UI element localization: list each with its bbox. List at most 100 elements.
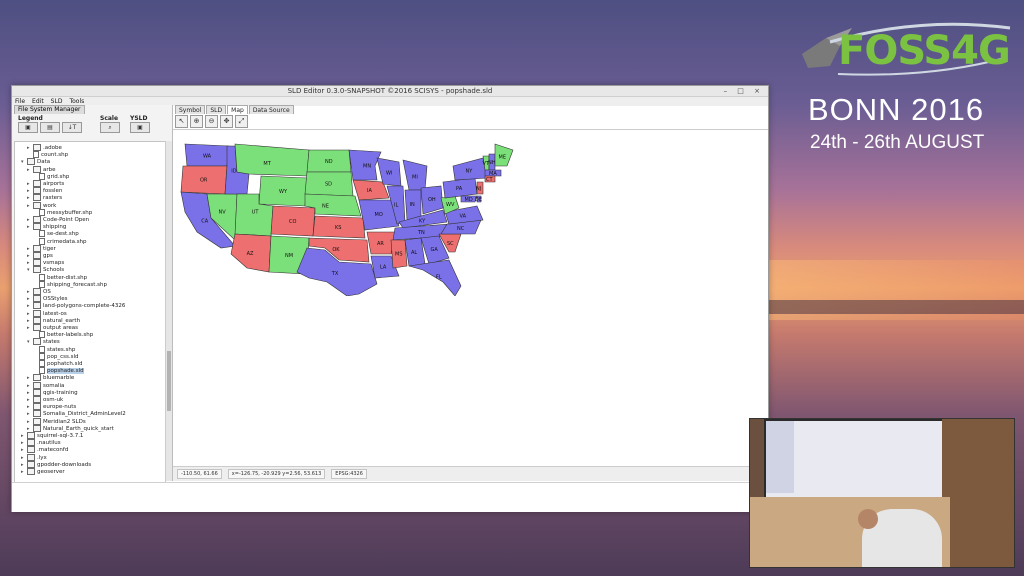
tree-file[interactable]: states.shp xyxy=(33,345,75,353)
tree-folder[interactable]: ▾ Schools xyxy=(27,266,64,274)
tree-folder[interactable]: ▸ qgis-training xyxy=(27,388,78,396)
folder-icon xyxy=(33,216,41,223)
scrollbar-thumb[interactable] xyxy=(167,351,171,411)
ysld-label: YSLD xyxy=(130,115,148,122)
tree-folder[interactable]: ▸ OSStyles xyxy=(27,295,68,303)
state-label: AL xyxy=(411,250,417,256)
tab-file-system-manager[interactable]: File System Manager xyxy=(14,105,85,114)
pan-icon[interactable]: ✥ xyxy=(220,115,233,128)
file-icon xyxy=(39,230,45,238)
zoom-out-icon[interactable]: ⊖ xyxy=(205,115,218,128)
tree-item-label: messybuffer.shp xyxy=(47,209,93,216)
legend-sort-button[interactable]: ↓T xyxy=(62,122,82,133)
tree-folder[interactable]: ▸ rasters xyxy=(27,194,62,202)
tree-folder[interactable]: ▸ land-polygons-complete-4326 xyxy=(27,302,125,310)
tree-item-label: airports xyxy=(43,181,65,187)
tree-item-label: count.shp xyxy=(41,152,69,159)
legend-save-button[interactable]: ▣ xyxy=(18,122,38,133)
tree-folder[interactable]: ▸ somalia xyxy=(27,381,64,389)
tree-folder[interactable]: ▸ output areas xyxy=(27,324,78,331)
tree-folder[interactable]: ▸ vsmaps xyxy=(27,259,64,267)
ysld-save-button[interactable]: ▣ xyxy=(130,122,150,133)
scale-search-button[interactable]: ⌕ xyxy=(100,122,120,133)
window-controls[interactable]: – □ × xyxy=(724,87,764,95)
tree-folder[interactable]: ▸ shipping xyxy=(27,223,66,231)
tree-file[interactable]: grid.shp xyxy=(33,172,69,180)
tree-folder[interactable]: ▸ squirrel-sql-3.7.1 xyxy=(21,432,83,439)
folder-icon xyxy=(33,424,41,432)
tree-folder[interactable]: ▾ Data xyxy=(21,158,50,166)
tree-file[interactable]: better-dist.shp xyxy=(33,273,88,281)
tree-file[interactable]: shipping_forecast.shp xyxy=(33,280,107,288)
tree-folder[interactable]: ▸ natural_earth xyxy=(27,316,80,324)
tree-item-label: output areas xyxy=(43,325,79,331)
tree-file[interactable]: popshade.sld xyxy=(33,367,84,375)
folder-icon xyxy=(33,144,41,151)
state-label: KS xyxy=(335,225,341,231)
conference-dates: 24th - 26th AUGUST xyxy=(810,132,985,153)
tree-folder[interactable]: ▸ gpodder-downloads xyxy=(21,460,91,468)
tree-item-label: europe-nuts xyxy=(43,404,77,411)
state-label: NY xyxy=(466,169,474,175)
tree-folder[interactable]: ▸ arbe xyxy=(27,165,56,173)
tree-folder[interactable]: ▸ geoserver xyxy=(21,468,65,475)
folder-icon xyxy=(27,439,35,447)
tree-file[interactable]: better-labels.shp xyxy=(33,331,93,339)
tab-map[interactable]: Map xyxy=(227,105,248,114)
legend-export-button[interactable]: ▤ xyxy=(40,122,60,133)
tree-file[interactable]: messybuffer.shp xyxy=(33,208,93,216)
folder-icon xyxy=(33,194,41,202)
folder-icon xyxy=(33,324,41,331)
tree-folder[interactable]: ▸ .lyx xyxy=(21,453,47,461)
tree-folder[interactable]: ▸ Somalia_District_AdminLevel2 xyxy=(27,410,126,418)
tree-item-label: fosslen xyxy=(43,188,63,195)
ysld-section: YSLD ▣▣ xyxy=(130,115,172,152)
tree-file[interactable]: se-dest.shp xyxy=(33,230,79,238)
tree-file[interactable]: pop_css.sld xyxy=(33,352,79,360)
state-label: AZ xyxy=(247,251,254,257)
tree-folder[interactable]: ▸ Meridian2 SLDs xyxy=(27,417,86,425)
map-canvas[interactable]: WA OR CA NV ID MT WY UT AZ NM CO ND SD NE KS OK TX MN IA MO… xyxy=(173,129,768,467)
editor-panel: Symbol SLD Map Data Source ↖ ⊕ ⊖ ✥ ⤢ WA … xyxy=(173,105,772,481)
tree-folder[interactable]: ▸ gps xyxy=(27,252,53,259)
tree-item-label: tiger xyxy=(43,245,56,252)
folder-icon xyxy=(33,338,41,346)
folder-icon xyxy=(33,201,41,209)
tree-folder[interactable]: ▸ .mateconfd xyxy=(21,446,68,454)
tree-folder[interactable]: ▸ .adobe xyxy=(27,144,62,151)
tree-scrollbar[interactable] xyxy=(165,141,172,481)
file-system-panel: File System Manager Legend ▣ ▤ ↓T Scale ⌕ … xyxy=(12,105,173,483)
tree-item-label: gps xyxy=(43,253,53,259)
reset-extent-icon[interactable]: ⤢ xyxy=(235,115,248,128)
state-label: MD xyxy=(465,197,473,203)
state-label: PA xyxy=(456,186,463,192)
tree-folder[interactable]: ▸ Natural_Earth_quick_start xyxy=(27,424,114,432)
tree-folder[interactable]: ▸ tiger xyxy=(27,244,56,252)
tree-file[interactable]: count.shp xyxy=(27,151,69,159)
tree-file[interactable]: pophatch.sld xyxy=(33,360,83,367)
status-crs[interactable]: EPSG:4326 xyxy=(331,469,367,479)
tree-folder[interactable]: ▸ europe-nuts xyxy=(27,403,77,411)
tab-symbol[interactable]: Symbol xyxy=(175,105,206,114)
tab-sld[interactable]: SLD xyxy=(206,105,227,114)
tree-folder[interactable]: ▸ .nautilus xyxy=(21,439,61,447)
tree-folder[interactable]: ▸ work xyxy=(27,201,56,209)
tree-file[interactable]: crimedata.shp xyxy=(33,237,87,245)
state-label: CO xyxy=(289,219,296,225)
tree-item-label: better-dist.shp xyxy=(47,274,88,281)
tree-folder[interactable]: ▸ latest-os xyxy=(27,309,67,317)
pointer-icon[interactable]: ↖ xyxy=(175,115,188,128)
tab-data-source[interactable]: Data Source xyxy=(248,105,294,114)
tree-folder[interactable]: ▸ Code-Point Open xyxy=(27,216,89,223)
tree-folder[interactable]: ▸ fosslen xyxy=(27,187,63,195)
tree-folder[interactable]: ▾ states xyxy=(27,338,60,346)
tree-folder[interactable]: ▸ OS xyxy=(27,288,51,295)
tree-folder[interactable]: ▸ airports xyxy=(27,180,64,187)
file-tree[interactable]: ▸ .adobe count.shp ▾ Data ▸ arbe grid.shp ▸ airpo… xyxy=(14,141,166,483)
state-label: CA xyxy=(201,218,208,224)
window-titlebar[interactable]: SLD Editor 0.3.0-SNAPSHOT ©2016 SCISYS -… xyxy=(12,86,768,97)
zoom-in-icon[interactable]: ⊕ xyxy=(190,115,203,128)
tree-item-label: crimedata.shp xyxy=(47,238,87,245)
tree-folder[interactable]: ▸ osm-uk xyxy=(27,396,63,403)
tree-folder[interactable]: ▸ bluemarble xyxy=(27,374,74,382)
